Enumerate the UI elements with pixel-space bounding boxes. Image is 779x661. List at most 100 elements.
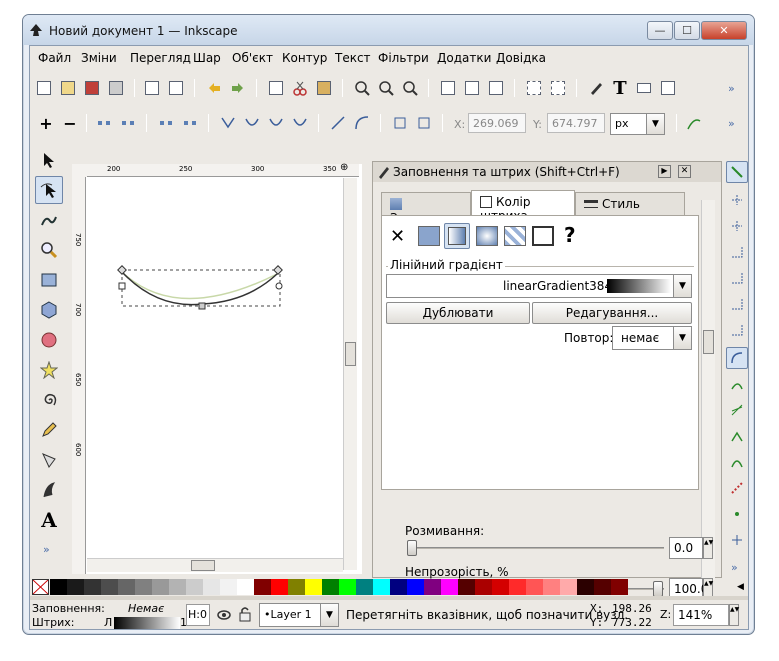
join-segment-icon[interactable] xyxy=(156,113,176,133)
unit-dropdown-icon[interactable]: ▼ xyxy=(646,114,664,134)
palette-swatch[interactable] xyxy=(254,579,271,595)
menu-object[interactable]: Об'єкт xyxy=(232,51,273,65)
zoom-tool-icon[interactable] xyxy=(35,236,63,264)
palette-swatch[interactable] xyxy=(509,579,526,595)
palette-swatch[interactable] xyxy=(492,579,509,595)
palette-swatch[interactable] xyxy=(339,579,356,595)
palette-swatch[interactable] xyxy=(186,579,203,595)
group-icon[interactable] xyxy=(524,78,544,98)
snap-smooth-icon[interactable] xyxy=(726,451,748,473)
zoom-field[interactable]: 141% xyxy=(673,604,729,626)
y-coordinate-field[interactable]: 674.797 xyxy=(547,113,605,133)
snap-path-icon[interactable] xyxy=(726,373,748,395)
palette-swatch[interactable] xyxy=(611,579,628,595)
blur-slider-knob[interactable] xyxy=(407,540,417,556)
gradient-select[interactable]: linearGradient3849 ▼ xyxy=(386,274,692,298)
node-smooth-icon[interactable] xyxy=(242,113,262,133)
horizontal-scrollbar[interactable] xyxy=(87,558,343,572)
duplicate-icon[interactable] xyxy=(438,78,458,98)
palette-swatch[interactable] xyxy=(407,579,424,595)
no-color-swatch[interactable] xyxy=(32,579,49,595)
insert-node-icon[interactable]: + xyxy=(36,113,56,133)
palette-swatch[interactable] xyxy=(118,579,135,595)
snap-nodes-icon[interactable] xyxy=(726,347,748,369)
show-path-outline-icon[interactable] xyxy=(684,113,704,133)
fill-indicator-value[interactable]: Немає xyxy=(128,602,164,615)
node-cusp-icon[interactable] xyxy=(218,113,238,133)
print-icon[interactable] xyxy=(106,78,126,98)
palette-swatch[interactable] xyxy=(356,579,373,595)
snap-bbox-corner-icon[interactable] xyxy=(726,241,748,263)
menu-edit[interactable]: Зміни xyxy=(81,51,117,65)
open-folder-icon[interactable] xyxy=(58,78,78,98)
title-bar[interactable]: Новий документ 1 — Inkscape — ☐ ✕ xyxy=(23,15,754,45)
vertical-scrollbar[interactable] xyxy=(343,178,357,570)
palette-swatch[interactable] xyxy=(475,579,492,595)
layer-dropdown-icon[interactable]: ▼ xyxy=(320,604,338,626)
dialog-close-icon[interactable]: ✕ xyxy=(678,165,691,178)
node-tool-icon[interactable] xyxy=(35,176,63,204)
segment-curve-icon[interactable] xyxy=(352,113,372,133)
tab-stroke-style[interactable]: Стиль штриха xyxy=(575,192,685,225)
duplicate-button[interactable]: Дублювати xyxy=(386,302,530,324)
repeat-dropdown-icon[interactable]: ▼ xyxy=(673,327,691,349)
horizontal-scroll-thumb[interactable] xyxy=(191,560,215,571)
minimize-button[interactable]: — xyxy=(647,21,673,40)
snap-bbox-icon[interactable] xyxy=(726,189,748,211)
visibility-eye-icon[interactable] xyxy=(216,606,232,622)
palette-swatch[interactable] xyxy=(322,579,339,595)
ungroup-icon[interactable] xyxy=(548,78,568,98)
export-icon[interactable] xyxy=(166,78,186,98)
palette-swatch[interactable] xyxy=(424,579,441,595)
no-paint-button[interactable]: ✕ xyxy=(390,226,405,247)
zoom-page-icon[interactable] xyxy=(400,78,420,98)
palette-swatch[interactable] xyxy=(441,579,458,595)
text-font-icon[interactable]: T xyxy=(610,78,630,99)
repeat-select[interactable]: немає ▼ xyxy=(612,326,692,350)
redo-icon[interactable] xyxy=(228,78,248,98)
radial-gradient-button[interactable] xyxy=(476,226,498,246)
flat-color-button[interactable] xyxy=(418,226,440,246)
palette-swatch[interactable] xyxy=(526,579,543,595)
palette-swatch[interactable] xyxy=(560,579,577,595)
layer-select[interactable]: •Layer 1 ▼ xyxy=(259,603,339,627)
dialog-scrollbar[interactable] xyxy=(701,200,715,580)
copy-icon[interactable] xyxy=(266,78,286,98)
palette-menu-icon[interactable]: ◀ xyxy=(733,579,748,595)
segment-line-icon[interactable] xyxy=(328,113,348,133)
break-nodes-icon[interactable] xyxy=(118,113,138,133)
paste-icon[interactable] xyxy=(314,78,334,98)
snap-bbox-midpoint-icon[interactable] xyxy=(726,267,748,289)
stroke-to-path-icon[interactable] xyxy=(414,113,434,133)
palette-swatch[interactable] xyxy=(169,579,186,595)
vertical-scroll-thumb[interactable] xyxy=(345,342,356,366)
pencil-tool-icon[interactable] xyxy=(35,416,63,444)
palette-swatch[interactable] xyxy=(390,579,407,595)
calligraphy-tool-icon[interactable] xyxy=(35,476,63,504)
tweak-tool-icon[interactable] xyxy=(35,206,63,234)
save-icon[interactable] xyxy=(82,78,102,98)
snap-bbox-center-icon[interactable] xyxy=(726,293,748,315)
menu-file[interactable]: Файл xyxy=(38,51,71,65)
swatch-button[interactable] xyxy=(532,226,554,246)
menu-layer[interactable]: Шар xyxy=(193,51,221,65)
snap-rotation-center-icon[interactable] xyxy=(726,529,748,551)
node-auto-icon[interactable] xyxy=(290,113,310,133)
zoom-spin-button[interactable]: ▲▼ xyxy=(729,604,739,626)
canvas[interactable] xyxy=(72,164,362,574)
maximize-button[interactable]: ☐ xyxy=(674,21,700,40)
undo-icon[interactable] xyxy=(204,78,224,98)
import-icon[interactable] xyxy=(142,78,162,98)
palette-swatch[interactable] xyxy=(594,579,611,595)
node-symmetric-icon[interactable] xyxy=(266,113,286,133)
object-to-path-icon[interactable] xyxy=(390,113,410,133)
linear-gradient-button[interactable] xyxy=(444,223,470,249)
palette-swatch[interactable] xyxy=(67,579,84,595)
palette-swatch[interactable] xyxy=(373,579,390,595)
cut-icon[interactable] xyxy=(290,78,310,98)
zoom-selection-icon[interactable] xyxy=(352,78,372,98)
lock-icon[interactable] xyxy=(238,606,252,622)
tab-fill[interactable]: Заповнення xyxy=(381,192,471,225)
hide-field[interactable]: H:0 xyxy=(186,604,210,626)
delete-segment-icon[interactable] xyxy=(180,113,200,133)
